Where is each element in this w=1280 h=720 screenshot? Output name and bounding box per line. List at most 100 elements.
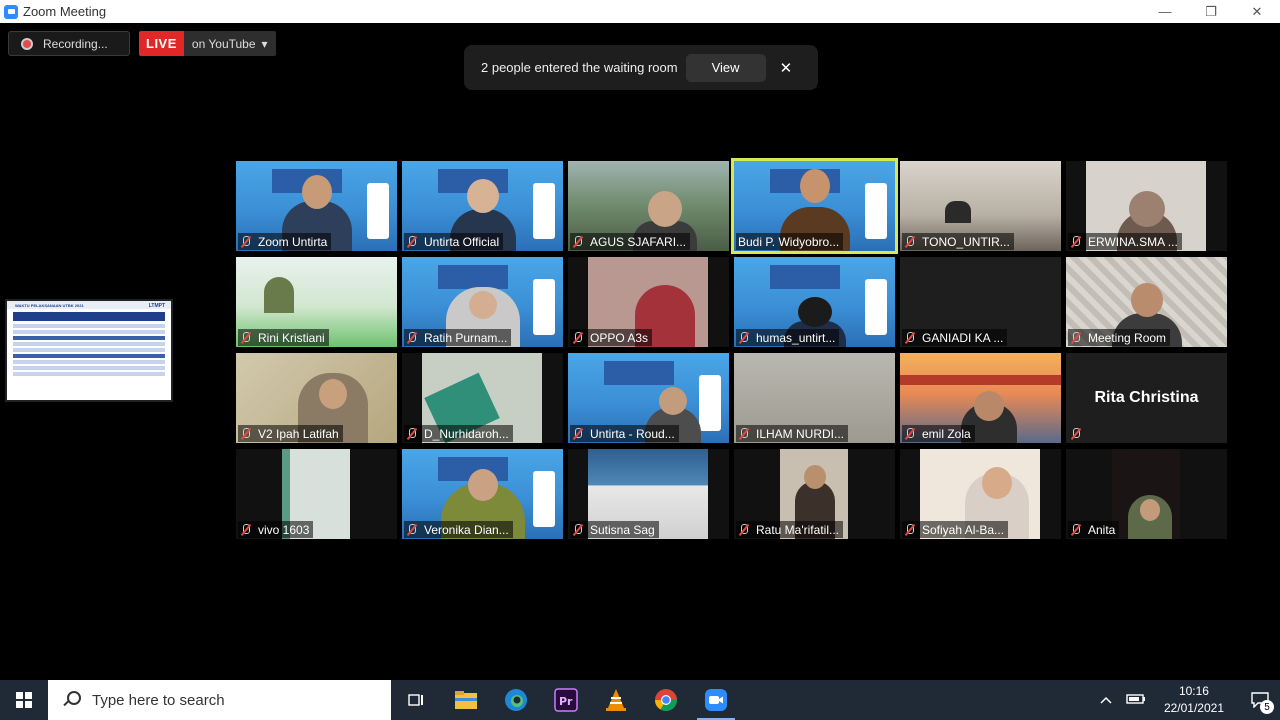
window-titlebar: Zoom Meeting — ❐ ✕	[0, 0, 1280, 23]
participant-tile[interactable]: Ratih Purnam...	[402, 257, 563, 347]
live-stream-indicator[interactable]: LIVE on YouTube ▾	[139, 31, 276, 56]
participant-tile[interactable]: Anita	[1066, 449, 1227, 539]
participant-name: Sutisna Sag	[570, 521, 659, 538]
mic-muted-icon	[406, 331, 418, 344]
search-icon	[62, 690, 82, 710]
close-notice-icon[interactable]: ✕	[780, 59, 793, 77]
waiting-room-notice: 2 people entered the waiting room View ✕	[464, 45, 818, 90]
windows-taskbar: Type here to search Pr 10:16 22/01/2021 …	[0, 680, 1280, 720]
mic-muted-icon	[1070, 331, 1082, 344]
battery-icon[interactable]	[1126, 693, 1146, 708]
participant-tile[interactable]: Rini Kristiani	[236, 257, 397, 347]
participant-tile[interactable]: Ratu Ma'rifatil...	[734, 449, 895, 539]
view-waiting-room-button[interactable]: View	[685, 53, 766, 82]
participant-name: TONO_UNTIR...	[902, 233, 1014, 250]
participant-tile[interactable]: Meeting Room	[1066, 257, 1227, 347]
participant-tile-active-speaker[interactable]: Budi P. Widyobro...	[731, 158, 898, 254]
restore-button[interactable]: ❐	[1188, 0, 1234, 23]
participant-tile[interactable]: Sofiyah Al-Ba...	[900, 449, 1061, 539]
mic-muted-icon	[572, 235, 584, 248]
mic-muted-icon	[904, 427, 916, 440]
participant-tile[interactable]: humas_untirt...	[734, 257, 895, 347]
mic-muted-icon	[904, 523, 916, 536]
mic-muted-icon	[572, 523, 584, 536]
participant-tile[interactable]: GANIADI KA ...	[900, 257, 1061, 347]
participant-tile[interactable]: Veronika Dian...	[402, 449, 563, 539]
participant-tile[interactable]: D_Nurhidaroh...	[402, 353, 563, 443]
participant-tile[interactable]: ERWINA.SMA ...	[1066, 161, 1227, 251]
mic-muted-icon	[904, 235, 916, 248]
action-center-button[interactable]: 5	[1240, 680, 1280, 720]
participant-name: Ratih Purnam...	[404, 329, 512, 346]
mic-muted-icon	[738, 427, 750, 440]
task-view-button[interactable]	[391, 680, 441, 720]
shared-screen-logo: LTMPT	[148, 303, 165, 309]
meeting-stage: Recording... LIVE on YouTube ▾ 2 people …	[0, 23, 1280, 680]
participant-name: Rini Kristiani	[238, 329, 329, 346]
participant-name: emil Zola	[902, 425, 975, 442]
participant-tile[interactable]: Untirta Official	[402, 161, 563, 251]
shared-screen-thumbnail[interactable]: WAKTU PELAKSANAAN UTBK 2021 LTMPT	[5, 299, 173, 402]
participant-tile[interactable]: AGUS SJAFARI...	[568, 161, 729, 251]
participant-name: Meeting Room	[1068, 329, 1171, 346]
premiere-icon: Pr	[554, 688, 578, 712]
participant-tile[interactable]: Untirta - Roud...	[568, 353, 729, 443]
participant-tile[interactable]: Sutisna Sag	[568, 449, 729, 539]
taskbar-clock[interactable]: 10:16 22/01/2021	[1164, 683, 1224, 717]
mic-muted-icon	[240, 523, 252, 536]
zoom-app-icon	[705, 689, 727, 711]
participant-tile[interactable]: TONO_UNTIR...	[900, 161, 1061, 251]
search-placeholder: Type here to search	[92, 691, 225, 709]
participant-name: Untirta Official	[404, 233, 504, 250]
premiere-pro-button[interactable]: Pr	[541, 680, 591, 720]
recording-label: Recording...	[43, 36, 108, 51]
edge-icon	[505, 689, 527, 711]
start-button[interactable]	[0, 680, 48, 720]
minimize-button[interactable]: —	[1142, 0, 1188, 23]
mic-muted-icon	[1070, 235, 1082, 248]
recording-indicator[interactable]: Recording...	[8, 31, 130, 56]
chrome-icon	[655, 689, 677, 711]
mic-muted-icon	[572, 427, 584, 440]
participant-name-bar	[1068, 425, 1092, 442]
mic-muted-icon	[904, 331, 916, 344]
participant-tile[interactable]: Rita Christina	[1066, 353, 1227, 443]
mic-muted-icon	[572, 331, 584, 344]
vlc-button[interactable]	[591, 680, 641, 720]
vlc-cone-icon	[606, 689, 626, 711]
participant-display-name: Rita Christina	[1094, 389, 1199, 406]
participant-tile[interactable]: emil Zola	[900, 353, 1061, 443]
participant-name: V2 Ipah Latifah	[238, 425, 343, 442]
participant-name: D_Nurhidaroh...	[404, 425, 513, 442]
chrome-button[interactable]	[641, 680, 691, 720]
edge-browser-button[interactable]	[491, 680, 541, 720]
taskbar-search-box[interactable]: Type here to search	[48, 680, 391, 720]
record-dot-icon	[21, 37, 33, 50]
mic-muted-icon	[406, 523, 418, 536]
participant-tile[interactable]: V2 Ipah Latifah	[236, 353, 397, 443]
participant-name: Ratu Ma'rifatil...	[736, 521, 843, 538]
mic-muted-icon	[240, 427, 252, 440]
participant-tile[interactable]: Zoom Untirta	[236, 161, 397, 251]
system-tray: 10:16 22/01/2021 5	[1100, 680, 1280, 720]
participant-name: OPPO A3s	[570, 329, 653, 346]
live-platform-label: on YouTube	[191, 36, 256, 51]
file-explorer-button[interactable]	[441, 680, 491, 720]
participant-tile[interactable]: vivo 1603	[236, 449, 397, 539]
notification-count: 5	[1260, 700, 1274, 714]
task-view-icon	[408, 694, 423, 706]
mic-muted-icon	[240, 331, 252, 344]
participant-name: Budi P. Widyobro...	[736, 233, 844, 250]
participant-tile[interactable]: OPPO A3s	[568, 257, 729, 347]
close-window-button[interactable]: ✕	[1234, 0, 1280, 23]
zoom-app-button[interactable]	[691, 680, 741, 720]
mic-muted-icon	[738, 331, 750, 344]
zoom-logo-icon	[4, 4, 18, 19]
participant-tile[interactable]: ILHAM NURDI...	[734, 353, 895, 443]
live-platform[interactable]: on YouTube ▾	[183, 31, 276, 56]
participant-name: Zoom Untirta	[238, 233, 332, 250]
chevron-up-icon[interactable]	[1100, 693, 1112, 707]
mic-muted-icon	[240, 235, 252, 248]
participant-grid: Zoom Untirta Untirta Official AGUS SJAFA…	[236, 158, 1229, 541]
participant-name: ERWINA.SMA ...	[1068, 233, 1182, 250]
